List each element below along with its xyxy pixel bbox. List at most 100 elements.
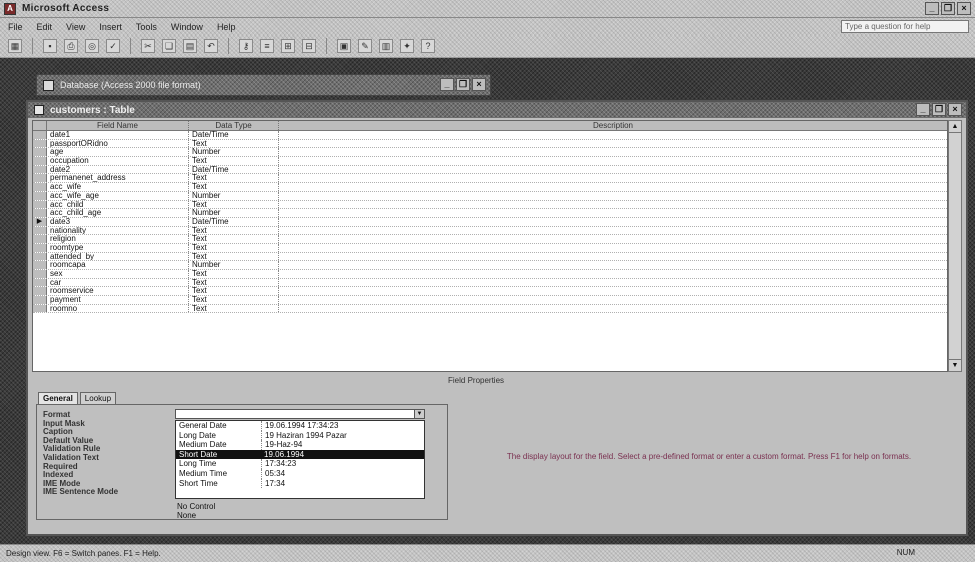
database-window-titlebar[interactable]: Database (Access 2000 file format)	[37, 75, 490, 95]
table-row[interactable]: attended_by Text	[33, 252, 947, 262]
menu-file[interactable]: File	[8, 22, 23, 32]
data-type-cell[interactable]: Text	[189, 304, 279, 313]
tab-lookup[interactable]: Lookup	[79, 392, 117, 404]
data-type-cell[interactable]: Text	[189, 252, 279, 261]
field-name-cell[interactable]: roomservice	[47, 287, 189, 296]
database-window-icon[interactable]: ▥	[379, 39, 393, 53]
description-cell[interactable]	[279, 261, 947, 269]
menu-insert[interactable]: Insert	[99, 22, 122, 32]
restore-icon[interactable]: ❐	[941, 2, 955, 15]
table-row[interactable]: acc_child_age Number	[33, 209, 947, 218]
row-selector[interactable]	[33, 209, 47, 217]
menu-help[interactable]: Help	[217, 22, 236, 32]
row-selector[interactable]	[33, 148, 47, 157]
data-type-cell[interactable]: Text	[189, 200, 279, 209]
scroll-up-icon[interactable]: ▲	[949, 121, 961, 133]
description-cell[interactable]	[279, 148, 947, 156]
table-window-titlebar[interactable]: customers : Table	[28, 102, 966, 118]
data-type-cell[interactable]: Text	[189, 243, 279, 252]
access-key-icon[interactable]: A	[4, 2, 16, 15]
field-name-cell[interactable]: car	[47, 278, 189, 287]
description-cell[interactable]	[279, 235, 947, 243]
field-name-cell[interactable]: nationality	[47, 226, 189, 235]
row-selector[interactable]	[33, 304, 47, 313]
description-cell[interactable]	[279, 183, 947, 191]
undo-icon[interactable]: ↶	[204, 39, 218, 53]
menu-window[interactable]: Window	[171, 22, 203, 32]
description-cell[interactable]	[279, 270, 947, 278]
properties-icon[interactable]: ▣	[337, 39, 351, 53]
field-name-cell[interactable]: acc_child	[47, 200, 189, 209]
scroll-down-icon[interactable]: ▼	[949, 359, 961, 371]
field-name-cell[interactable]: attended_by	[47, 252, 189, 261]
field-name-cell[interactable]: acc_wife	[47, 183, 189, 191]
row-selector[interactable]	[33, 157, 47, 165]
data-type-cell[interactable]: Text	[189, 174, 279, 183]
row-selector[interactable]	[33, 165, 47, 174]
description-cell[interactable]	[279, 192, 947, 200]
save-icon[interactable]: ▪	[43, 39, 57, 53]
description-cell[interactable]	[279, 218, 947, 226]
field-name-cell[interactable]: age	[47, 148, 189, 157]
row-selector[interactable]	[33, 270, 47, 278]
table-row[interactable]: acc_wife Text	[33, 183, 947, 192]
data-type-cell[interactable]: Text	[189, 139, 279, 148]
row-selector[interactable]	[33, 226, 47, 235]
description-cell[interactable]	[279, 131, 947, 139]
data-type-cell[interactable]: Text	[189, 270, 279, 278]
format-option[interactable]: General Date 19.06.1994 17:34:23	[176, 421, 424, 431]
print-preview-icon[interactable]: ◎	[85, 39, 99, 53]
dropdown-arrow-icon[interactable]: ▼	[414, 410, 424, 418]
delete-rows-icon[interactable]: ⊟	[302, 39, 316, 53]
table-row[interactable]: date2 Date/Time	[33, 165, 947, 175]
description-cell[interactable]	[279, 201, 947, 209]
indexes-icon[interactable]: ≡	[260, 39, 274, 53]
field-name-cell[interactable]: roomtype	[47, 243, 189, 252]
table-row[interactable]: acc_child Text	[33, 200, 947, 210]
restore-icon[interactable]: ❐	[456, 78, 470, 91]
row-selector[interactable]	[33, 243, 47, 252]
insert-rows-icon[interactable]: ⊞	[281, 39, 295, 53]
row-selector[interactable]	[33, 287, 47, 296]
data-type-cell[interactable]: Number	[189, 209, 279, 217]
row-selector[interactable]	[33, 235, 47, 243]
data-type-cell[interactable]: Number	[189, 148, 279, 157]
data-type-cell[interactable]: Date/Time	[189, 217, 279, 226]
help-icon[interactable]: ?	[421, 39, 435, 53]
current-row-arrow-icon[interactable]: ▶	[33, 217, 47, 226]
row-selector[interactable]	[33, 139, 47, 148]
data-type-cell[interactable]: Date/Time	[189, 131, 279, 139]
field-name-cell[interactable]: passportORidno	[47, 139, 189, 148]
close-icon[interactable]: ×	[957, 2, 971, 15]
data-type-cell[interactable]: Text	[189, 287, 279, 296]
paste-icon[interactable]: ▤	[183, 39, 197, 53]
spelling-icon[interactable]: ✓	[106, 39, 120, 53]
table-row[interactable]: acc_wife_age Number	[33, 191, 947, 201]
row-selector[interactable]	[33, 278, 47, 287]
row-selector[interactable]	[33, 296, 47, 304]
field-name-cell[interactable]: payment	[47, 296, 189, 304]
field-name-cell[interactable]: sex	[47, 270, 189, 278]
ask-question-input[interactable]: Type a question for help	[841, 20, 969, 33]
format-input[interactable]: ▼	[175, 409, 425, 419]
description-cell[interactable]	[279, 305, 947, 313]
description-cell[interactable]	[279, 279, 947, 287]
minimize-icon[interactable]: _	[916, 103, 930, 116]
menu-tools[interactable]: Tools	[136, 22, 157, 32]
description-cell[interactable]	[279, 227, 947, 235]
minimize-icon[interactable]: _	[925, 2, 939, 15]
format-option[interactable]: Medium Time 05:34	[176, 468, 424, 479]
description-cell[interactable]	[279, 287, 947, 295]
tab-general[interactable]: General	[38, 392, 78, 404]
ime-mode-value[interactable]: No Control	[177, 502, 215, 511]
menu-view[interactable]: View	[66, 22, 85, 32]
format-option[interactable]: Long Time 17:34:23	[176, 459, 424, 469]
description-cell[interactable]	[279, 166, 947, 174]
build-icon[interactable]: ✎	[358, 39, 372, 53]
print-icon[interactable]: ⎙	[64, 39, 78, 53]
data-type-cell[interactable]: Text	[189, 183, 279, 191]
table-row[interactable]: religion Text	[33, 235, 947, 244]
table-row[interactable]: roomno Text	[33, 304, 947, 314]
row-selector[interactable]	[33, 200, 47, 209]
field-name-cell[interactable]: roomno	[47, 304, 189, 313]
